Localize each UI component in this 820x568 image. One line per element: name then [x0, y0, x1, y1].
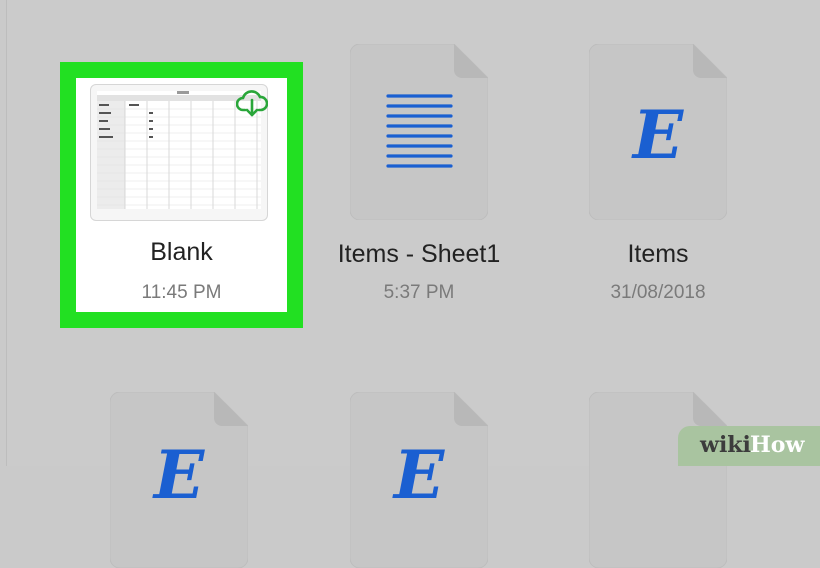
cloud-download-icon[interactable] — [236, 88, 268, 118]
watermark-how: How — [750, 432, 805, 458]
file-date-items-sheet1: 5:37 PM — [383, 282, 455, 303]
file-tile-items-sheet1[interactable] — [350, 44, 488, 220]
letter-e-icon: E — [153, 436, 205, 514]
file-name-blank[interactable]: Blank — [60, 238, 303, 267]
file-date-items: 31/08/2018 — [610, 282, 706, 303]
file-tile-row2-2[interactable]: E — [350, 392, 488, 568]
file-tile-row2-3[interactable] — [589, 392, 727, 568]
file-tile-row2-1[interactable]: E — [110, 392, 248, 568]
letter-e-icon: E — [632, 96, 684, 174]
text-lines-icon — [386, 94, 453, 168]
watermark-wiki: wiki — [700, 432, 751, 458]
file-tile-items[interactable]: E — [589, 44, 727, 220]
file-name-items-sheet1[interactable]: Items - Sheet1 — [300, 240, 538, 269]
letter-e-icon: E — [393, 436, 445, 514]
wikihow-watermark: wiki How — [678, 426, 820, 466]
file-name-items[interactable]: Items — [560, 240, 756, 269]
file-date-blank: 11:45 PM — [141, 282, 222, 303]
